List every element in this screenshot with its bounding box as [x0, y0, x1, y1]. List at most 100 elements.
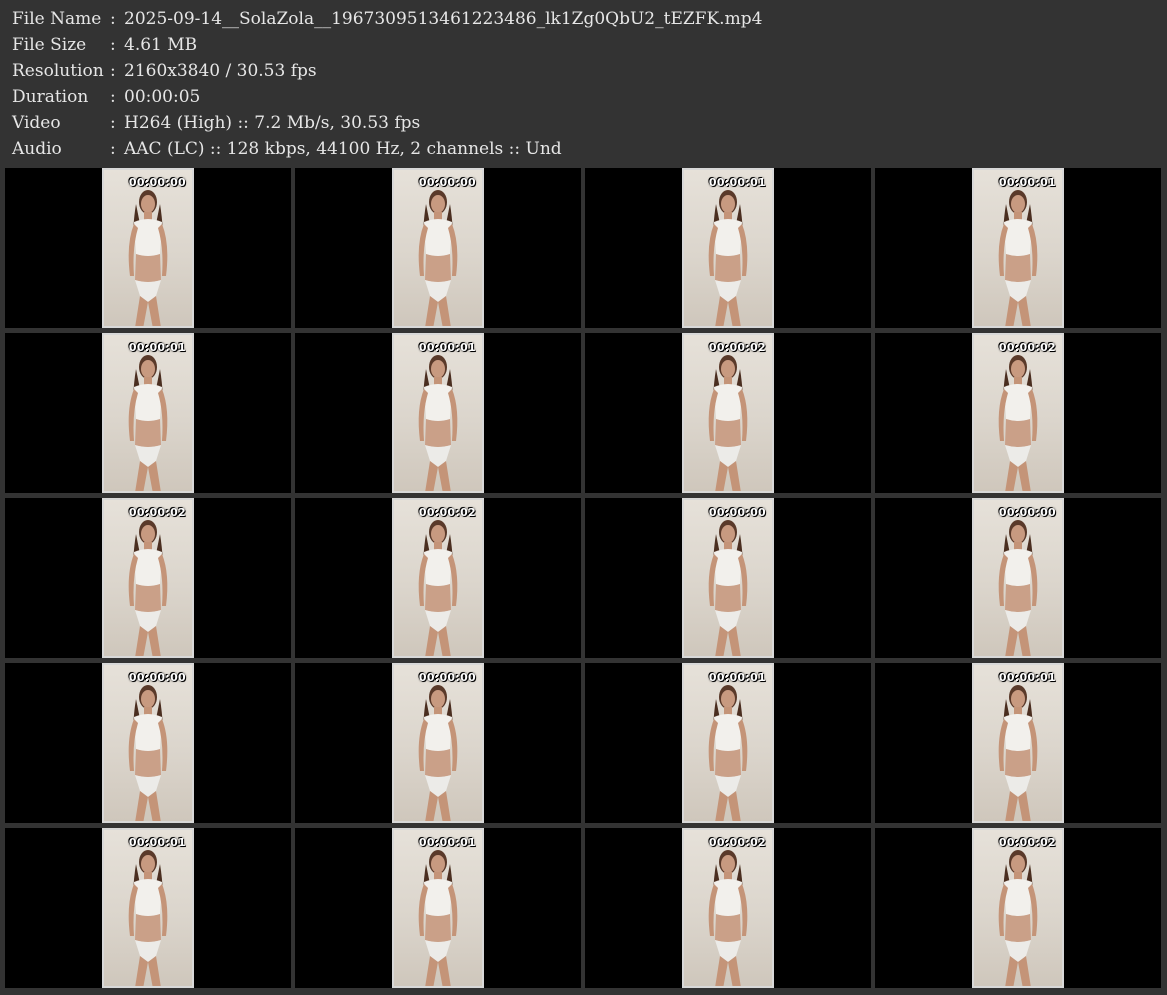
thumbnail-cell: 00:00:01: [295, 828, 581, 988]
info-key: Audio: [12, 139, 62, 159]
person-silhouette-icon: [418, 850, 458, 986]
thumbnail-timestamp: 00:00:02: [708, 341, 766, 354]
thumbnail-cell: 00:00:01: [875, 168, 1161, 328]
person-silhouette-icon: [998, 355, 1038, 491]
info-separator: :: [110, 9, 116, 29]
video-frame-thumbnail: 00:00:01: [972, 663, 1064, 823]
video-frame-thumbnail: 00:00:02: [392, 498, 484, 658]
thumbnail-timestamp: 00:00:02: [418, 506, 476, 519]
video-frame-thumbnail: 00:00:00: [102, 168, 194, 328]
thumbnail-timestamp: 00:00:00: [128, 671, 186, 684]
thumbnail-timestamp: 00:00:01: [128, 341, 186, 354]
thumbnail-cell: 00:00:00: [585, 498, 871, 658]
info-key: File Size: [12, 35, 87, 55]
video-frame-thumbnail: 00:00:01: [972, 168, 1064, 328]
info-separator: :: [110, 87, 116, 107]
thumbnail-cell: 00:00:02: [295, 498, 581, 658]
person-silhouette-icon: [998, 190, 1038, 326]
video-frame-thumbnail: 00:00:00: [682, 498, 774, 658]
info-row-file-name: File Name:2025-09-14__SolaZola__19673095…: [12, 6, 762, 32]
person-silhouette-icon: [128, 850, 168, 986]
thumbnail-cell: 00:00:00: [875, 498, 1161, 658]
video-frame-thumbnail: 00:00:01: [392, 828, 484, 988]
video-frame-thumbnail: 00:00:00: [102, 663, 194, 823]
thumbnail-cell: 00:00:01: [295, 333, 581, 493]
person-silhouette-icon: [998, 685, 1038, 821]
video-frame-thumbnail: 00:00:02: [972, 333, 1064, 493]
thumbnail-timestamp: 00:00:00: [708, 506, 766, 519]
thumbnail-timestamp: 00:00:00: [998, 506, 1056, 519]
person-silhouette-icon: [128, 685, 168, 821]
info-value: 4.61 MB: [124, 35, 198, 55]
info-row-duration: Duration:00:00:05: [12, 84, 762, 110]
video-frame-thumbnail: 00:00:01: [102, 828, 194, 988]
person-silhouette-icon: [418, 685, 458, 821]
person-silhouette-icon: [418, 355, 458, 491]
thumbnail-cell: 00:00:01: [5, 828, 291, 988]
person-silhouette-icon: [418, 190, 458, 326]
thumbnail-timestamp: 00:00:02: [708, 836, 766, 849]
thumbnail-timestamp: 00:00:01: [998, 671, 1056, 684]
thumbnail-cell: 00:00:01: [875, 663, 1161, 823]
thumbnail-timestamp: 00:00:01: [708, 671, 766, 684]
video-frame-thumbnail: 00:00:02: [972, 828, 1064, 988]
thumbnail-timestamp: 00:00:01: [708, 176, 766, 189]
video-frame-thumbnail: 00:00:00: [392, 663, 484, 823]
person-silhouette-icon: [418, 520, 458, 656]
thumbnail-timestamp: 00:00:01: [998, 176, 1056, 189]
thumbnail-cell: 00:00:02: [875, 828, 1161, 988]
video-frame-thumbnail: 00:00:01: [102, 333, 194, 493]
video-frame-thumbnail: 00:00:00: [392, 168, 484, 328]
info-value: AAC (LC) :: 128 kbps, 44100 Hz, 2 channe…: [124, 139, 562, 159]
info-value: 2025-09-14__SolaZola__196730951346122348…: [124, 9, 763, 29]
thumbnail-cell: 00:00:02: [5, 498, 291, 658]
info-row-resolution: Resolution:2160x3840 / 30.53 fps: [12, 58, 762, 84]
thumbnail-cell: 00:00:00: [295, 663, 581, 823]
info-key: Resolution: [12, 61, 104, 81]
video-frame-thumbnail: 00:00:00: [972, 498, 1064, 658]
person-silhouette-icon: [128, 355, 168, 491]
thumbnail-timestamp: 00:00:02: [998, 341, 1056, 354]
info-separator: :: [110, 113, 116, 133]
person-silhouette-icon: [998, 850, 1038, 986]
thumbnail-cell: 00:00:01: [585, 168, 871, 328]
info-key: File Name: [12, 9, 102, 29]
person-silhouette-icon: [708, 520, 748, 656]
video-frame-thumbnail: 00:00:01: [392, 333, 484, 493]
thumbnail-cell: 00:00:00: [5, 168, 291, 328]
person-silhouette-icon: [708, 355, 748, 491]
info-value: 2160x3840 / 30.53 fps: [124, 61, 317, 81]
video-frame-thumbnail: 00:00:01: [682, 168, 774, 328]
person-silhouette-icon: [708, 850, 748, 986]
thumbnail-cell: 00:00:01: [5, 333, 291, 493]
thumbnail-timestamp: 00:00:01: [128, 836, 186, 849]
thumbnail-timestamp: 00:00:00: [418, 176, 476, 189]
person-silhouette-icon: [128, 190, 168, 326]
info-separator: :: [110, 61, 116, 81]
person-silhouette-icon: [708, 190, 748, 326]
thumbnail-cell: 00:00:00: [5, 663, 291, 823]
thumbnail-cell: 00:00:02: [875, 333, 1161, 493]
info-key: Duration: [12, 87, 89, 107]
person-silhouette-icon: [708, 685, 748, 821]
thumbnail-timestamp: 00:00:01: [418, 341, 476, 354]
thumbnail-cell: 00:00:00: [295, 168, 581, 328]
info-separator: :: [110, 139, 116, 159]
person-silhouette-icon: [998, 520, 1038, 656]
info-value: 00:00:05: [124, 87, 201, 107]
thumbnail-timestamp: 00:00:02: [998, 836, 1056, 849]
thumbnail-cell: 00:00:01: [585, 663, 871, 823]
file-info-panel: File Name:2025-09-14__SolaZola__19673095…: [12, 6, 762, 162]
info-separator: :: [110, 35, 116, 55]
info-key: Video: [12, 113, 61, 133]
video-frame-thumbnail: 00:00:02: [682, 333, 774, 493]
thumbnail-timestamp: 00:00:00: [128, 176, 186, 189]
thumbnail-cell: 00:00:02: [585, 828, 871, 988]
thumbnail-grid: 00:00:00 00:00:00 00:00:01 00:00:01 00:00:01…: [5, 168, 1161, 988]
info-row-file-size: File Size:4.61 MB: [12, 32, 762, 58]
video-frame-thumbnail: 00:00:01: [682, 663, 774, 823]
thumbnail-timestamp: 00:00:00: [418, 671, 476, 684]
thumbnail-cell: 00:00:02: [585, 333, 871, 493]
video-frame-thumbnail: 00:00:02: [102, 498, 194, 658]
video-frame-thumbnail: 00:00:02: [682, 828, 774, 988]
